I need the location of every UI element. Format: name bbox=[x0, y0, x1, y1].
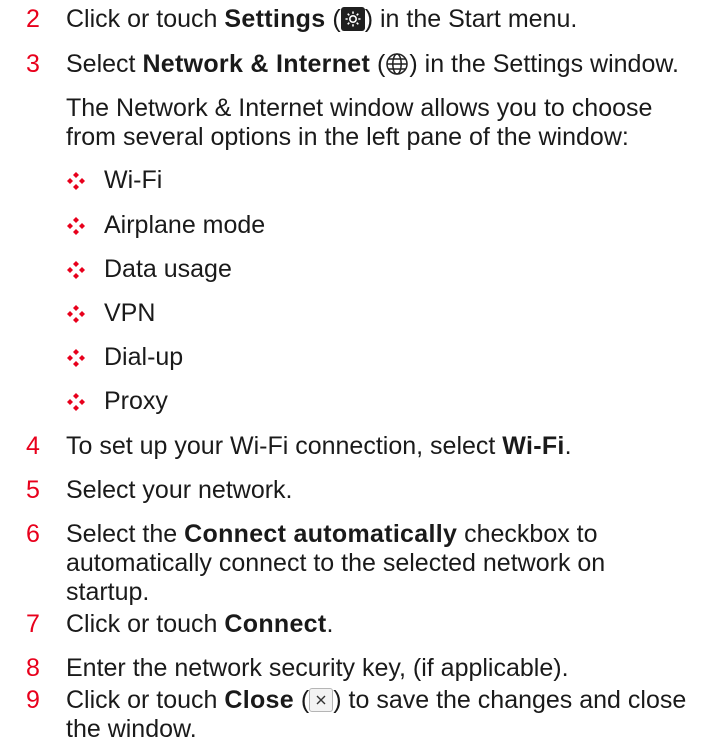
step-number: 5 bbox=[26, 476, 40, 504]
option-label: VPN bbox=[104, 299, 156, 327]
step-number: 7 bbox=[26, 610, 40, 638]
step-number: 4 bbox=[26, 432, 40, 460]
step-number: 3 bbox=[26, 50, 40, 78]
step-text: Select your network. bbox=[66, 476, 293, 504]
option-label: Proxy bbox=[104, 387, 168, 415]
wifi-label: Wi-Fi bbox=[502, 432, 565, 460]
step-number: 6 bbox=[26, 520, 40, 548]
option-label: Dial-up bbox=[104, 343, 184, 371]
network-internet-label: Network & Internet bbox=[142, 50, 371, 78]
step-text: To set up your Wi-Fi connection, select … bbox=[66, 432, 572, 460]
instructions-page: 2 Click or touch Settings () in the Star… bbox=[0, 0, 728, 745]
settings-label: Settings bbox=[224, 5, 326, 33]
step-text: Select Network & Internet () in the Sett… bbox=[66, 50, 679, 78]
option-label: Wi-Fi bbox=[104, 166, 163, 194]
option-label: Data usage bbox=[104, 255, 232, 283]
step-text: Click or touch Connect. bbox=[66, 610, 334, 638]
red-diamond-cluster-icon bbox=[67, 393, 85, 411]
step-text: startup. bbox=[66, 578, 150, 606]
connect-label: Connect bbox=[224, 610, 327, 638]
globe-icon bbox=[386, 53, 409, 75]
close-icon bbox=[309, 688, 334, 712]
close-label: Close bbox=[224, 686, 294, 714]
gear-icon bbox=[340, 7, 365, 31]
red-diamond-cluster-icon bbox=[67, 305, 85, 323]
connect-automatically-label: Connect automatically bbox=[184, 520, 458, 548]
step-text: Click or touch Settings () in the Start … bbox=[66, 5, 578, 33]
step-text: Enter the network security key, (if appl… bbox=[66, 654, 569, 682]
step-number: 8 bbox=[26, 654, 40, 682]
step-text: the window. bbox=[66, 715, 197, 743]
intro-line-2: from several options in the left pane of… bbox=[66, 123, 629, 151]
red-diamond-cluster-icon bbox=[67, 217, 85, 235]
step-number: 9 bbox=[26, 686, 40, 714]
step-number: 2 bbox=[26, 5, 40, 33]
option-label: Airplane mode bbox=[104, 211, 266, 239]
red-diamond-cluster-icon bbox=[67, 172, 85, 190]
red-diamond-cluster-icon bbox=[67, 349, 85, 367]
red-diamond-cluster-icon bbox=[67, 261, 85, 279]
